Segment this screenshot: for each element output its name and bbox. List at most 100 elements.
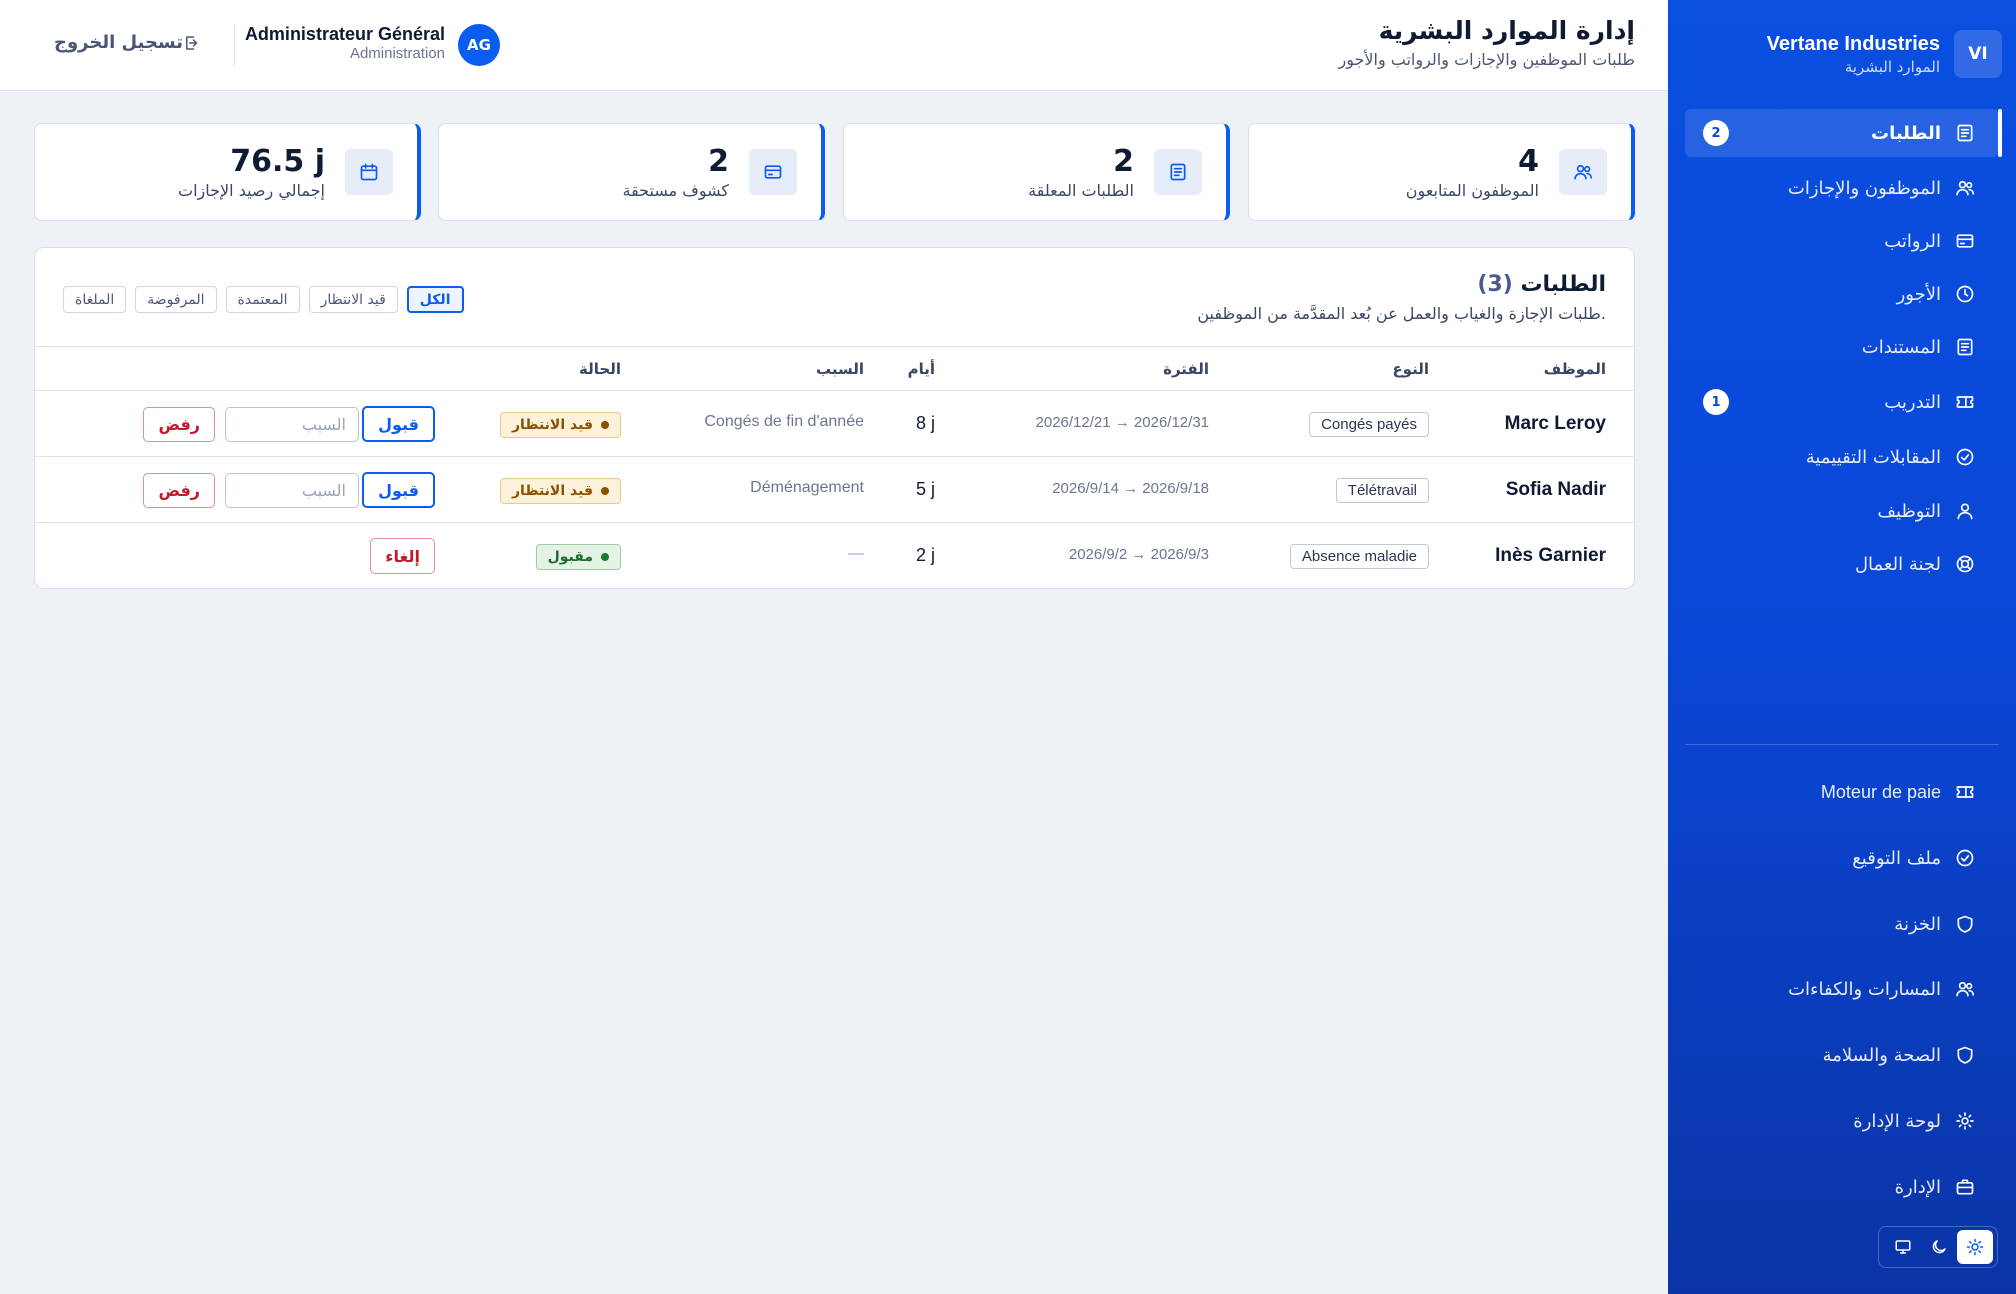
nav-item-administration[interactable]: الإدارة bbox=[1685, 1163, 1999, 1211]
logout-button[interactable]: تسجيل الخروج bbox=[54, 32, 213, 53]
reject-reason-input[interactable] bbox=[225, 473, 359, 508]
nav-item-label: لجنة العمال bbox=[1854, 553, 1941, 575]
sun-icon bbox=[1966, 1238, 1984, 1256]
brand-subtitle: الموارد البشرية bbox=[1844, 57, 1940, 76]
users-icon bbox=[1574, 164, 1592, 180]
theme-switcher bbox=[1878, 1226, 1998, 1268]
briefcase-icon bbox=[1956, 1179, 1974, 1195]
stat-icon bbox=[1154, 149, 1202, 195]
employee-name[interactable]: Sofia Nadir bbox=[1506, 479, 1606, 501]
column-reason[interactable]: السبب bbox=[816, 360, 864, 378]
ticket-icon bbox=[1956, 396, 1974, 408]
stat-value: 2 bbox=[708, 144, 729, 179]
clock-icon bbox=[1956, 285, 1974, 303]
nav-item-payroll-engine[interactable]: Moteur de paie bbox=[1685, 768, 1999, 816]
nav-item-appraisals[interactable]: المقابلات التقييمية bbox=[1685, 433, 1999, 481]
document-list-icon bbox=[1170, 163, 1186, 181]
nav-divider bbox=[1685, 744, 1999, 745]
nav-item-careers-skills[interactable]: المسارات والكفاءات bbox=[1685, 965, 1999, 1013]
nav-item-label: الطلبات bbox=[1870, 122, 1941, 144]
nav-item-requests[interactable]: الطلبات 2 bbox=[1685, 109, 2002, 157]
stat-card-pending: 2 الطلبات المعلقة bbox=[843, 123, 1230, 221]
request-reason: — bbox=[848, 545, 864, 562]
column-days[interactable]: أيام bbox=[908, 360, 935, 378]
request-days: 2 j bbox=[915, 545, 935, 565]
employee-name[interactable]: Inès Garnier bbox=[1495, 545, 1606, 567]
stat-label: الطلبات المعلقة bbox=[1028, 181, 1134, 200]
user-name: Administrateur Général bbox=[244, 24, 445, 44]
accept-button[interactable]: قبول bbox=[362, 406, 435, 442]
nav-item-documents[interactable]: المستندات bbox=[1685, 323, 1999, 371]
accept-button[interactable]: قبول bbox=[362, 472, 435, 508]
request-days: 8 j bbox=[915, 413, 935, 433]
table-header: الموظف النوع الفترة أيام السبب الحالة bbox=[35, 346, 1634, 391]
theme-dark-button[interactable] bbox=[1921, 1230, 1957, 1264]
nav-count-badge: 2 bbox=[1703, 120, 1729, 146]
column-status[interactable]: الحالة bbox=[579, 360, 621, 378]
stat-label: كشوف مستحقة bbox=[622, 181, 730, 200]
brand-name: Vertane Industries bbox=[1766, 32, 1940, 55]
stat-card-payslips: 2 كشوف مستحقة bbox=[438, 123, 825, 221]
table-row: Marc Leroy Congés payés 2026/12/21 → 202… bbox=[35, 391, 1634, 457]
avatar[interactable]: AG bbox=[458, 24, 500, 66]
column-type[interactable]: النوع bbox=[1392, 360, 1429, 378]
theme-system-button[interactable] bbox=[1885, 1230, 1921, 1264]
table-row: Inès Garnier Absence maladie 2026/9/2 → … bbox=[35, 523, 1634, 588]
page-subtitle: طلبات الموظفين والإجازات والرواتب والأجو… bbox=[1338, 50, 1636, 69]
document-list-icon bbox=[1957, 338, 1973, 356]
stat-card-leave-balance: 76.5 j إجمالي رصيد الإجازات bbox=[34, 123, 421, 221]
reject-reason-input[interactable] bbox=[225, 407, 359, 442]
nav-item-signature-file[interactable]: ملف التوقيع bbox=[1685, 834, 1999, 882]
sidebar: VI Vertane Industries الموارد البشرية ال… bbox=[1668, 0, 2016, 1294]
filter-cancelled[interactable]: الملغاة bbox=[63, 286, 127, 313]
logout-label: تسجيل الخروج bbox=[54, 32, 183, 53]
nav-item-label: المسارات والكفاءات bbox=[1788, 978, 1941, 1000]
nav-item-health-safety[interactable]: الصحة والسلامة bbox=[1685, 1031, 1999, 1079]
column-period[interactable]: الفترة bbox=[1163, 360, 1209, 378]
nav-item-wages[interactable]: الأجور bbox=[1685, 270, 1999, 318]
filter-all[interactable]: الكل bbox=[406, 286, 464, 313]
nav-item-admin-dashboard[interactable]: لوحة الإدارة bbox=[1685, 1097, 1999, 1145]
status-badge: مقبول bbox=[535, 544, 621, 570]
top-header: إدارة الموارد البشرية طلبات الموظفين وال… bbox=[0, 0, 1668, 91]
nav-item-works-council[interactable]: لجنة العمال bbox=[1685, 540, 1999, 588]
credit-card-icon bbox=[1956, 234, 1974, 248]
employee-name[interactable]: Marc Leroy bbox=[1505, 413, 1606, 435]
nav-item-payslips[interactable]: الرواتب bbox=[1685, 217, 1999, 265]
nav-item-label: الموظفون والإجازات bbox=[1787, 177, 1941, 199]
check-circle-icon bbox=[1956, 448, 1974, 466]
stat-icon bbox=[345, 149, 393, 195]
request-reason: Congés de fin d'année bbox=[704, 413, 864, 430]
theme-light-button[interactable] bbox=[1957, 1230, 1993, 1264]
request-period: 2026/12/21 → 2026/12/31 bbox=[1035, 414, 1209, 431]
request-type-tag: Absence maladie bbox=[1289, 544, 1429, 569]
nav-item-training[interactable]: التدريب 1 bbox=[1685, 378, 1999, 426]
nav-item-label: الرواتب bbox=[1884, 230, 1941, 252]
nav-item-vault[interactable]: الخزنة bbox=[1685, 900, 1999, 948]
cancel-request-button[interactable]: إلغاء bbox=[370, 538, 435, 574]
check-circle-icon bbox=[1956, 849, 1974, 867]
nav-item-label: المقابلات التقييمية bbox=[1805, 446, 1941, 468]
nav-item-employees-leave[interactable]: الموظفون والإجازات bbox=[1685, 164, 1999, 212]
brand[interactable]: VI Vertane Industries الموارد البشرية bbox=[1682, 28, 2002, 80]
nav-item-label: المستندات bbox=[1861, 336, 1941, 358]
credit-card-icon bbox=[764, 165, 782, 179]
sun-gear-icon bbox=[1956, 1112, 1974, 1130]
column-employee[interactable]: الموظف bbox=[1544, 360, 1606, 378]
reject-button[interactable]: رفض bbox=[143, 407, 215, 442]
nav-item-label: التدريب bbox=[1884, 391, 1941, 413]
filter-pending[interactable]: قيد الانتظار bbox=[308, 286, 398, 313]
filter-approved[interactable]: المعتمدة bbox=[225, 286, 300, 313]
user-role: Administration bbox=[349, 45, 445, 62]
nav-item-recruitment[interactable]: التوظيف bbox=[1685, 487, 1999, 535]
nav-item-label: الخزنة bbox=[1894, 913, 1941, 935]
filter-rejected[interactable]: المرفوضة bbox=[135, 286, 217, 313]
ticket-icon bbox=[1956, 786, 1974, 798]
logout-icon bbox=[186, 35, 198, 50]
status-filters: الكل قيد الانتظار المعتمدة المرفوضة المل… bbox=[63, 286, 464, 313]
shield-icon bbox=[1957, 1046, 1973, 1064]
request-type-tag: Congés payés bbox=[1309, 412, 1429, 437]
nav-item-label: Moteur de paie bbox=[1820, 781, 1941, 802]
nav-item-label: الصحة والسلامة bbox=[1822, 1044, 1941, 1066]
reject-button[interactable]: رفض bbox=[143, 473, 215, 508]
